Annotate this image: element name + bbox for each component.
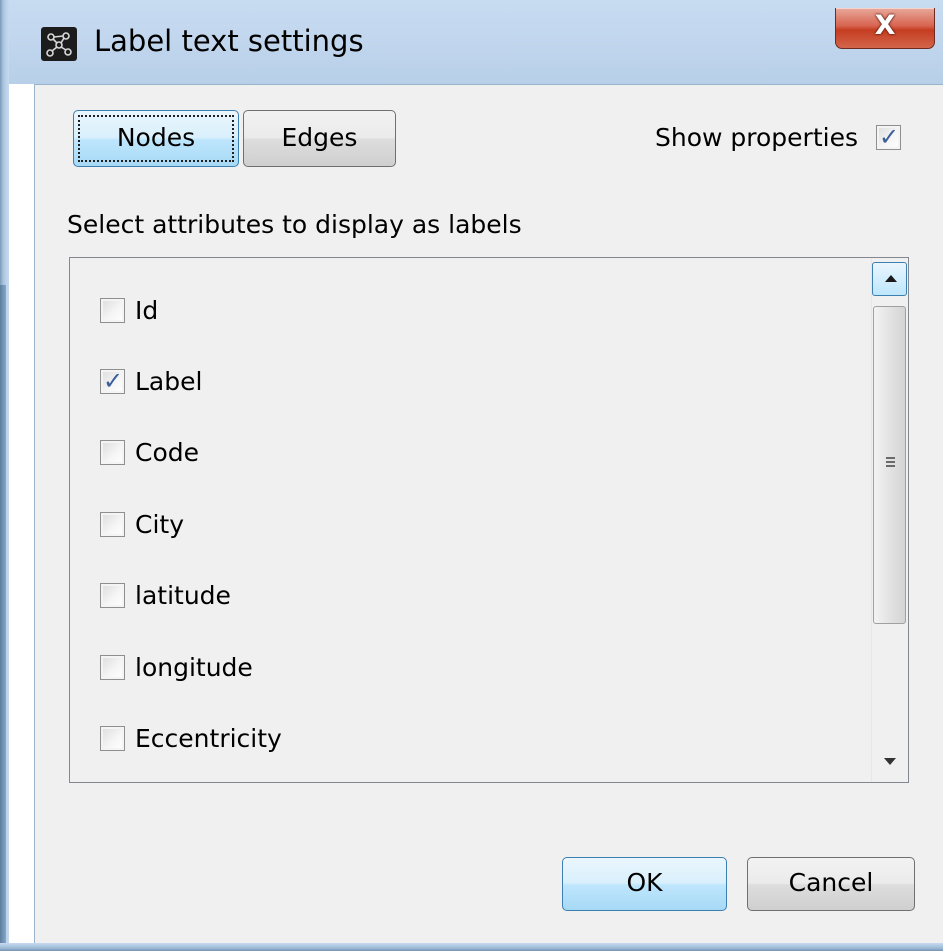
gephi-app-icon xyxy=(41,27,77,61)
attributes-heading: Select attributes to display as labels xyxy=(67,210,522,239)
attribute-label: Eccentricity xyxy=(135,724,282,753)
window-title: Label text settings xyxy=(94,24,364,58)
close-button[interactable]: X xyxy=(835,8,935,49)
attribute-label: Label xyxy=(135,367,203,396)
attribute-label: Code xyxy=(135,438,200,467)
cancel-button[interactable]: Cancel xyxy=(747,857,915,911)
attribute-checkbox[interactable]: ✓ xyxy=(100,655,125,680)
ok-button-label: OK xyxy=(626,868,663,897)
nodes-tab-button[interactable]: Nodes xyxy=(73,110,239,167)
ok-button[interactable]: OK xyxy=(562,857,727,911)
window-frame-left xyxy=(0,0,9,951)
check-icon: ✓ xyxy=(879,123,900,151)
dialog-content: Nodes Edges Show properties ✓ Select att… xyxy=(34,84,943,943)
nodes-tab-label: Nodes xyxy=(116,123,196,152)
title-bar[interactable]: Label text settings X xyxy=(9,0,943,84)
attribute-checkbox[interactable]: ✓ xyxy=(100,726,125,751)
check-icon: ✓ xyxy=(103,367,124,395)
scrollbar-thumb[interactable] xyxy=(873,306,906,624)
show-properties-label: Show properties xyxy=(655,123,858,152)
close-icon: X xyxy=(874,10,896,41)
attribute-label: latitude xyxy=(135,581,231,610)
attribute-label: Id xyxy=(135,296,159,325)
attribute-label: longitude xyxy=(135,653,253,682)
grip-icon xyxy=(886,457,895,469)
vertical-scrollbar[interactable] xyxy=(871,258,908,782)
attribute-checkbox[interactable]: ✓ xyxy=(100,583,125,608)
window-frame-bottom xyxy=(0,943,943,951)
edges-tab-label: Edges xyxy=(281,123,358,152)
attributes-list[interactable]: ✓ Id ✓ Label ✓ Code ✓ City ✓ latitude ✓ … xyxy=(69,257,909,783)
cancel-button-label: Cancel xyxy=(788,868,874,897)
attribute-checkbox[interactable]: ✓ xyxy=(100,367,125,395)
attribute-checkbox[interactable]: ✓ xyxy=(100,512,125,537)
show-properties-checkbox[interactable]: ✓ xyxy=(876,123,901,151)
attribute-checkbox[interactable]: ✓ xyxy=(100,298,125,323)
edges-tab-button[interactable]: Edges xyxy=(243,110,396,167)
attribute-checkbox[interactable]: ✓ xyxy=(100,440,125,465)
scroll-up-arrow-icon[interactable] xyxy=(872,262,907,296)
scroll-down-arrow-icon[interactable] xyxy=(872,746,907,776)
label-text-settings-dialog: Label text settings X Nodes Edges Show p… xyxy=(0,0,943,951)
attribute-label: City xyxy=(135,510,184,539)
